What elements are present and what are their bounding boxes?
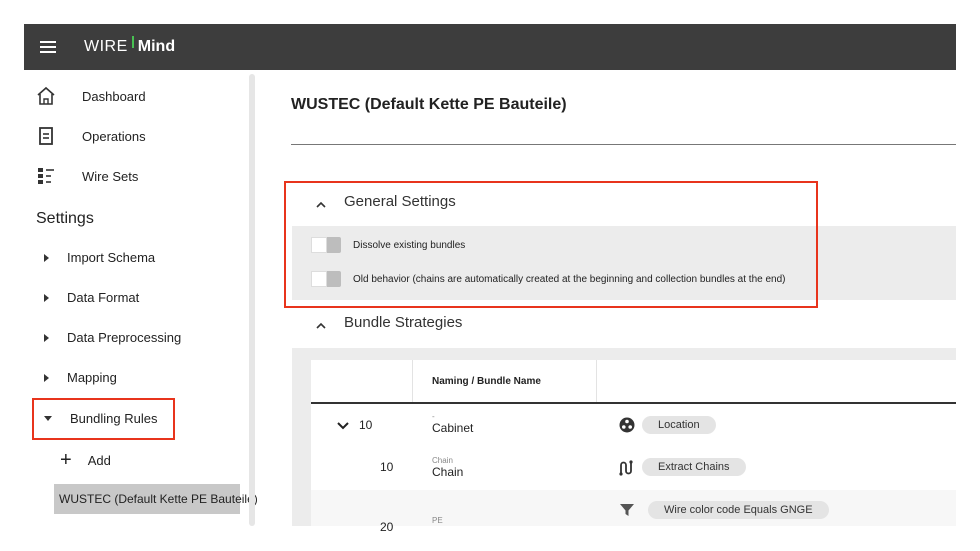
table-row[interactable]: 20 PE Wire color code Equals GNGE <box>311 490 956 534</box>
plus-icon: + <box>60 449 72 471</box>
sidebar-item-label: Operations <box>82 128 146 144</box>
list-icon <box>36 166 56 186</box>
row-number: 10 <box>380 460 394 474</box>
sidebar-item-label: Wire Sets <box>82 168 139 184</box>
sidebar-item-label: Import Schema <box>67 250 156 265</box>
highlight-box-bundling-rules <box>32 398 175 440</box>
filter-icon <box>619 502 635 518</box>
row-name-small: PE <box>432 516 443 525</box>
sidebar-item-dashboard[interactable]: Dashboard <box>24 86 146 106</box>
sidebar-item-label: Mapping <box>67 370 117 385</box>
add-label: Add <box>87 452 111 468</box>
column-divider <box>596 360 597 402</box>
chevron-down-icon[interactable] <box>337 418 349 436</box>
highlight-box-general-settings <box>284 181 818 308</box>
title-divider <box>291 144 956 145</box>
document-icon <box>36 126 56 146</box>
sidebar-item-wire-sets[interactable]: Wire Sets <box>24 166 138 186</box>
hamburger-menu-icon[interactable] <box>40 41 56 53</box>
sidebar: Dashboard Operations Wire Sets Settings … <box>24 70 258 551</box>
column-header-naming: Naming / Bundle Name <box>432 375 541 387</box>
table-row[interactable]: 10 Chain Chain Extract Chains <box>311 446 956 490</box>
sidebar-item-mapping[interactable]: Mapping <box>24 370 117 385</box>
column-divider <box>412 360 413 402</box>
filter-chip[interactable]: Wire color code Equals GNGE <box>648 501 829 519</box>
page-title: WUSTEC (Default Kette PE Bauteile) <box>291 96 567 113</box>
row-name-cell: PE <box>432 516 443 525</box>
sidebar-item-label: Data Format <box>67 290 140 305</box>
chain-icon <box>619 460 635 476</box>
row-name-cell: Chain Chain <box>432 456 463 479</box>
sidebar-scrollbar[interactable] <box>249 74 255 526</box>
app-logo: WIRE Mind <box>84 36 176 56</box>
sidebar-item-import-schema[interactable]: Import Schema <box>24 250 155 265</box>
section-title: Bundle Strategies <box>344 314 463 331</box>
expand-caret-icon <box>44 333 49 342</box>
row-name: Chain <box>432 465 464 479</box>
home-icon <box>36 86 56 106</box>
strategy-chip[interactable]: Location <box>642 416 716 434</box>
row-name-cell: - Cabinet <box>432 412 473 435</box>
location-icon <box>619 417 635 433</box>
expand-caret-icon <box>44 373 49 382</box>
expand-caret-icon <box>44 253 49 262</box>
sidebar-item-operations[interactable]: Operations <box>24 126 146 146</box>
settings-heading: Settings <box>36 210 94 227</box>
sidebar-item-data-format[interactable]: Data Format <box>24 290 139 305</box>
sidebar-item-label: Dashboard <box>82 88 146 104</box>
logo-accent-mark <box>131 36 134 48</box>
logo-wire-text: WIRE <box>84 38 128 55</box>
row-number: 20 <box>380 520 394 534</box>
bundle-strategies-table: Naming / Bundle Name 10 - Cabinet Locati… <box>311 360 956 534</box>
add-bundling-rule-button[interactable]: + Add <box>60 450 111 470</box>
sidebar-item-data-preprocessing[interactable]: Data Preprocessing <box>24 330 181 345</box>
expand-caret-icon <box>44 293 49 302</box>
chevron-up-icon <box>316 318 326 329</box>
top-app-bar: WIRE Mind <box>24 24 956 70</box>
bundle-strategies-header[interactable]: Bundle Strategies <box>316 314 462 331</box>
logo-mind-text: Mind <box>137 38 176 55</box>
strategy-chip[interactable]: Extract Chains <box>642 458 746 476</box>
row-name-small: Chain <box>432 456 453 465</box>
row-name-small: - <box>432 412 435 421</box>
row-number: 10 <box>359 418 373 432</box>
sidebar-item-selected-rule[interactable]: WUSTEC (Default Kette PE Bauteile) <box>54 484 258 514</box>
sidebar-item-label: Data Preprocessing <box>67 330 182 345</box>
row-name: Cabinet <box>432 421 474 435</box>
table-row[interactable]: 10 - Cabinet Location <box>311 404 956 446</box>
